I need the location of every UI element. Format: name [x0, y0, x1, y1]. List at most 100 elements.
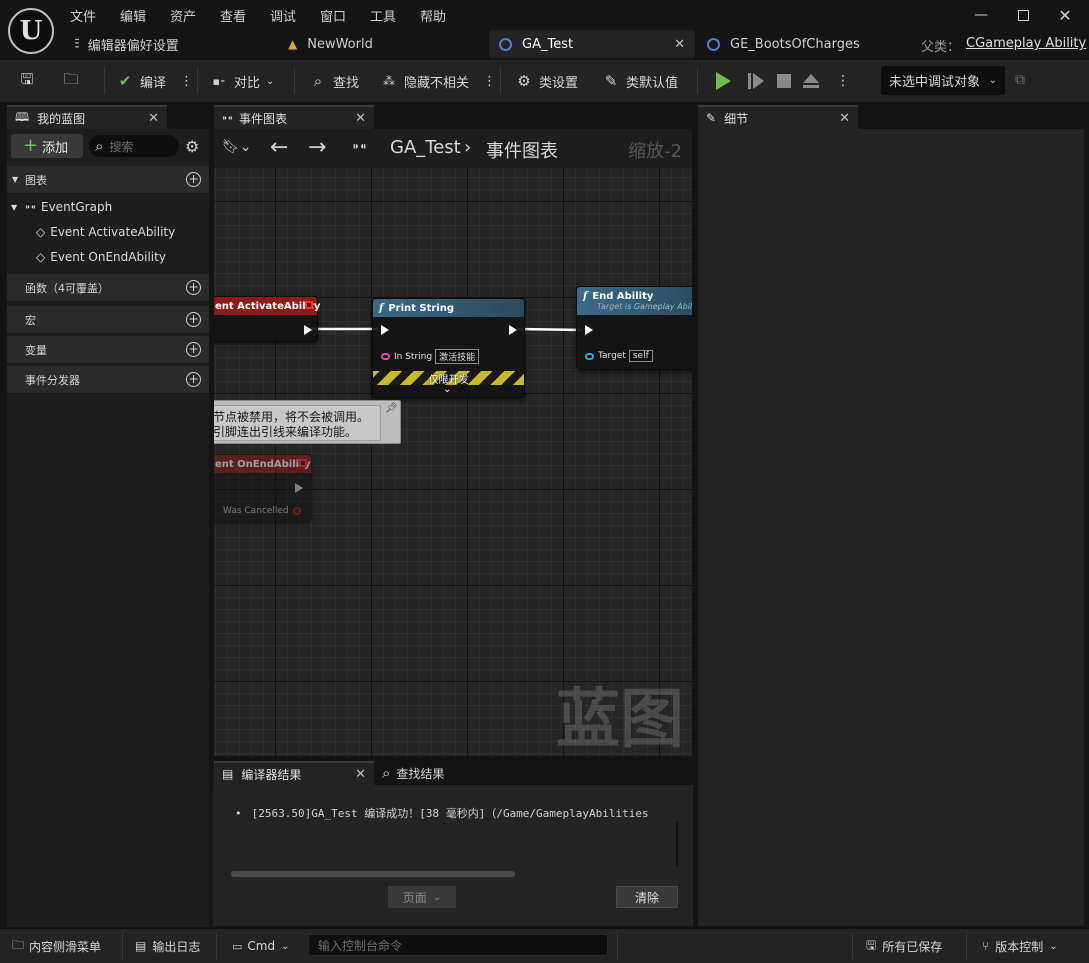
section-functions[interactable]: 函数（4可覆盖） + [7, 274, 209, 302]
horizontal-scrollbar[interactable] [231, 871, 515, 877]
settings-gear-icon[interactable]: ⚙ [185, 137, 199, 156]
bookmark-icon[interactable]: 🔖︎⌄ [222, 139, 252, 155]
close-tab-icon[interactable]: ✕ [148, 111, 159, 126]
play-button[interactable] [716, 68, 731, 94]
menu-help[interactable]: 帮助 [420, 6, 446, 25]
in-string-value[interactable]: 激活技能 [435, 349, 480, 364]
tab-ge-boots[interactable]: GE_BootsOfCharges [697, 30, 870, 58]
string-pin-icon [381, 353, 390, 360]
stop-button[interactable] [777, 68, 791, 94]
menu-file[interactable]: 文件 [70, 6, 96, 25]
delegate-pin-icon[interactable] [299, 459, 307, 467]
tab-find-results[interactable]: ⌕ 查找结果 [382, 761, 444, 785]
node-header: f End Ability Target is Gameplay Abili [577, 287, 692, 315]
more-options-icon[interactable]: ⋮ [836, 73, 850, 89]
menu-view[interactable]: 查看 [220, 6, 246, 25]
menu-edit[interactable]: 编辑 [120, 6, 146, 25]
output-log-button[interactable]: ▤ 输出日志 [135, 935, 200, 957]
target-pin[interactable]: Target self [585, 350, 653, 362]
diff-dropdown[interactable]: ▪⁃ 对比 ⌄ [210, 68, 275, 94]
graph-icon: ⁍⁌ [25, 200, 36, 214]
add-function-icon[interactable]: + [186, 280, 201, 295]
debug-target-dropdown[interactable]: 未选中调试对象 ⌄ [881, 66, 1005, 95]
vertical-scrollbar[interactable] [676, 821, 678, 867]
class-defaults-button[interactable]: ✎ 类默认值 [602, 68, 678, 94]
tab-ga-test[interactable]: GA_Test ✕ [489, 30, 695, 58]
tab-editor-preferences[interactable]: ⫶⫶⫶ 编辑器偏好设置 [64, 30, 189, 58]
class-settings-button[interactable]: ⚙ 类设置 [515, 68, 578, 94]
expand-chevron-icon[interactable]: ⌄ [443, 384, 451, 395]
clear-button[interactable]: 清除 [616, 886, 678, 908]
add-macro-icon[interactable]: + [186, 312, 201, 327]
tab-my-blueprint[interactable]: 🕮 我的蓝图 ✕ [7, 105, 167, 129]
section-macros[interactable]: 宏 + [7, 306, 209, 334]
parent-class-link[interactable]: CGameplay Ability [966, 36, 1086, 51]
console-input[interactable]: 输入控制台命令 [308, 934, 608, 956]
node-end-ability[interactable]: f End Ability Target is Gameplay Abili T… [576, 286, 692, 370]
section-variables[interactable]: 变量 + [7, 336, 209, 364]
exec-out-pin[interactable] [295, 483, 303, 493]
breadcrumb-asset[interactable]: GA_Test [390, 137, 461, 158]
menu-debug[interactable]: 调试 [270, 6, 296, 25]
menu-asset[interactable]: 资产 [170, 6, 196, 25]
node-event-activate[interactable]: ent ActivateAbility [214, 296, 320, 342]
all-saved-button[interactable]: 🖫 所有已保存 [866, 935, 942, 957]
more-options-icon[interactable]: ⋮ [180, 74, 193, 89]
node-print-string[interactable]: f Print String In String 激活技能 仅限开发 ⌄ [372, 298, 525, 398]
delegate-pin-icon[interactable] [305, 301, 313, 309]
close-window-icon[interactable]: ✕ [1054, 6, 1076, 25]
disabled-node-comment[interactable]: 节点被禁用，将不会被调用。 引脚连出引线来编译功能。 📌︎ [214, 400, 401, 444]
target-value[interactable]: self [628, 350, 653, 362]
tab-new-world[interactable]: ▲ NewWorld [278, 30, 383, 58]
step-button[interactable] [748, 68, 764, 94]
tab-details[interactable]: ✎ 细节 ✕ [698, 105, 858, 129]
breadcrumb-graph[interactable]: 事件图表 [486, 137, 558, 163]
maximize-icon[interactable] [1012, 6, 1034, 24]
pin-comment-icon[interactable]: 📌︎ [385, 403, 398, 414]
more-options-icon[interactable]: ⋮ [483, 74, 496, 89]
was-cancelled-pin[interactable]: Was Cancelled [223, 506, 289, 516]
menu-tools[interactable]: 工具 [370, 6, 396, 25]
forward-arrow-icon[interactable]: → [308, 135, 326, 160]
cmd-dropdown[interactable]: ▭ Cmd ⌄ [232, 935, 289, 957]
compile-button[interactable]: ✔ 编译 ⋮ [116, 68, 193, 94]
add-graph-icon[interactable]: + [186, 172, 201, 187]
add-variable-icon[interactable]: + [186, 342, 201, 357]
page-dropdown[interactable]: 页面 ⌄ [388, 886, 456, 908]
tab-compiler-results[interactable]: ▤ 编译器结果 ✕ [214, 761, 374, 785]
exec-out-pin[interactable] [509, 325, 517, 335]
add-button[interactable]: + 添加 [11, 134, 83, 158]
search-input[interactable]: ⌕ 搜索 [89, 135, 179, 157]
menu-window[interactable]: 窗口 [320, 6, 346, 25]
hide-unrelated-button[interactable]: ⁂ 隐藏不相关 ⋮ [380, 68, 496, 94]
tab-event-graph[interactable]: ⁍⁌ 事件图表 ✕ [214, 105, 374, 129]
in-string-pin[interactable]: In String 激活技能 [381, 349, 480, 364]
browse-button[interactable]: 🗀 [62, 68, 86, 94]
close-tab-icon[interactable]: ✕ [674, 37, 685, 52]
debug-filter-icon[interactable]: ⧉ [1015, 72, 1025, 88]
find-button[interactable]: ⌕ 查找 [309, 68, 359, 94]
add-dispatcher-icon[interactable]: + [186, 372, 201, 387]
save-button[interactable]: 🖫 [18, 68, 42, 94]
tree-item-event-end[interactable]: ◇ Event OnEndAbility [36, 246, 166, 268]
close-tab-icon[interactable]: ✕ [839, 111, 850, 126]
close-tab-icon[interactable]: ✕ [355, 767, 366, 782]
exec-in-pin[interactable] [381, 325, 389, 335]
graph-canvas[interactable]: ent ActivateAbility f Print String In St… [214, 168, 692, 756]
node-event-on-end[interactable]: ent OnEndAbility Was Cancelled [214, 454, 312, 522]
tree-item-event-activate[interactable]: ◇ Event ActivateAbility [36, 221, 175, 243]
section-graphs[interactable]: ▼ 图表 + [7, 166, 209, 194]
back-arrow-icon[interactable]: ← [270, 135, 288, 160]
bool-pin-icon[interactable] [293, 507, 301, 515]
toolbar-divider [197, 68, 198, 94]
minimize-icon[interactable]: — [970, 6, 992, 24]
source-control-dropdown[interactable]: ⑂ 版本控制 ⌄ [982, 935, 1058, 957]
exec-in-pin[interactable] [585, 325, 593, 335]
eject-button[interactable] [803, 68, 819, 94]
content-drawer-button[interactable]: 🗀 内容侧滑菜单 [12, 935, 101, 957]
unreal-logo-icon[interactable]: U [8, 8, 54, 54]
close-tab-icon[interactable]: ✕ [355, 111, 366, 126]
tree-item-event-graph[interactable]: ▼ ⁍⁌ EventGraph [7, 196, 209, 218]
exec-out-pin[interactable] [304, 325, 312, 335]
section-event-dispatchers[interactable]: 事件分发器 + [7, 366, 209, 394]
